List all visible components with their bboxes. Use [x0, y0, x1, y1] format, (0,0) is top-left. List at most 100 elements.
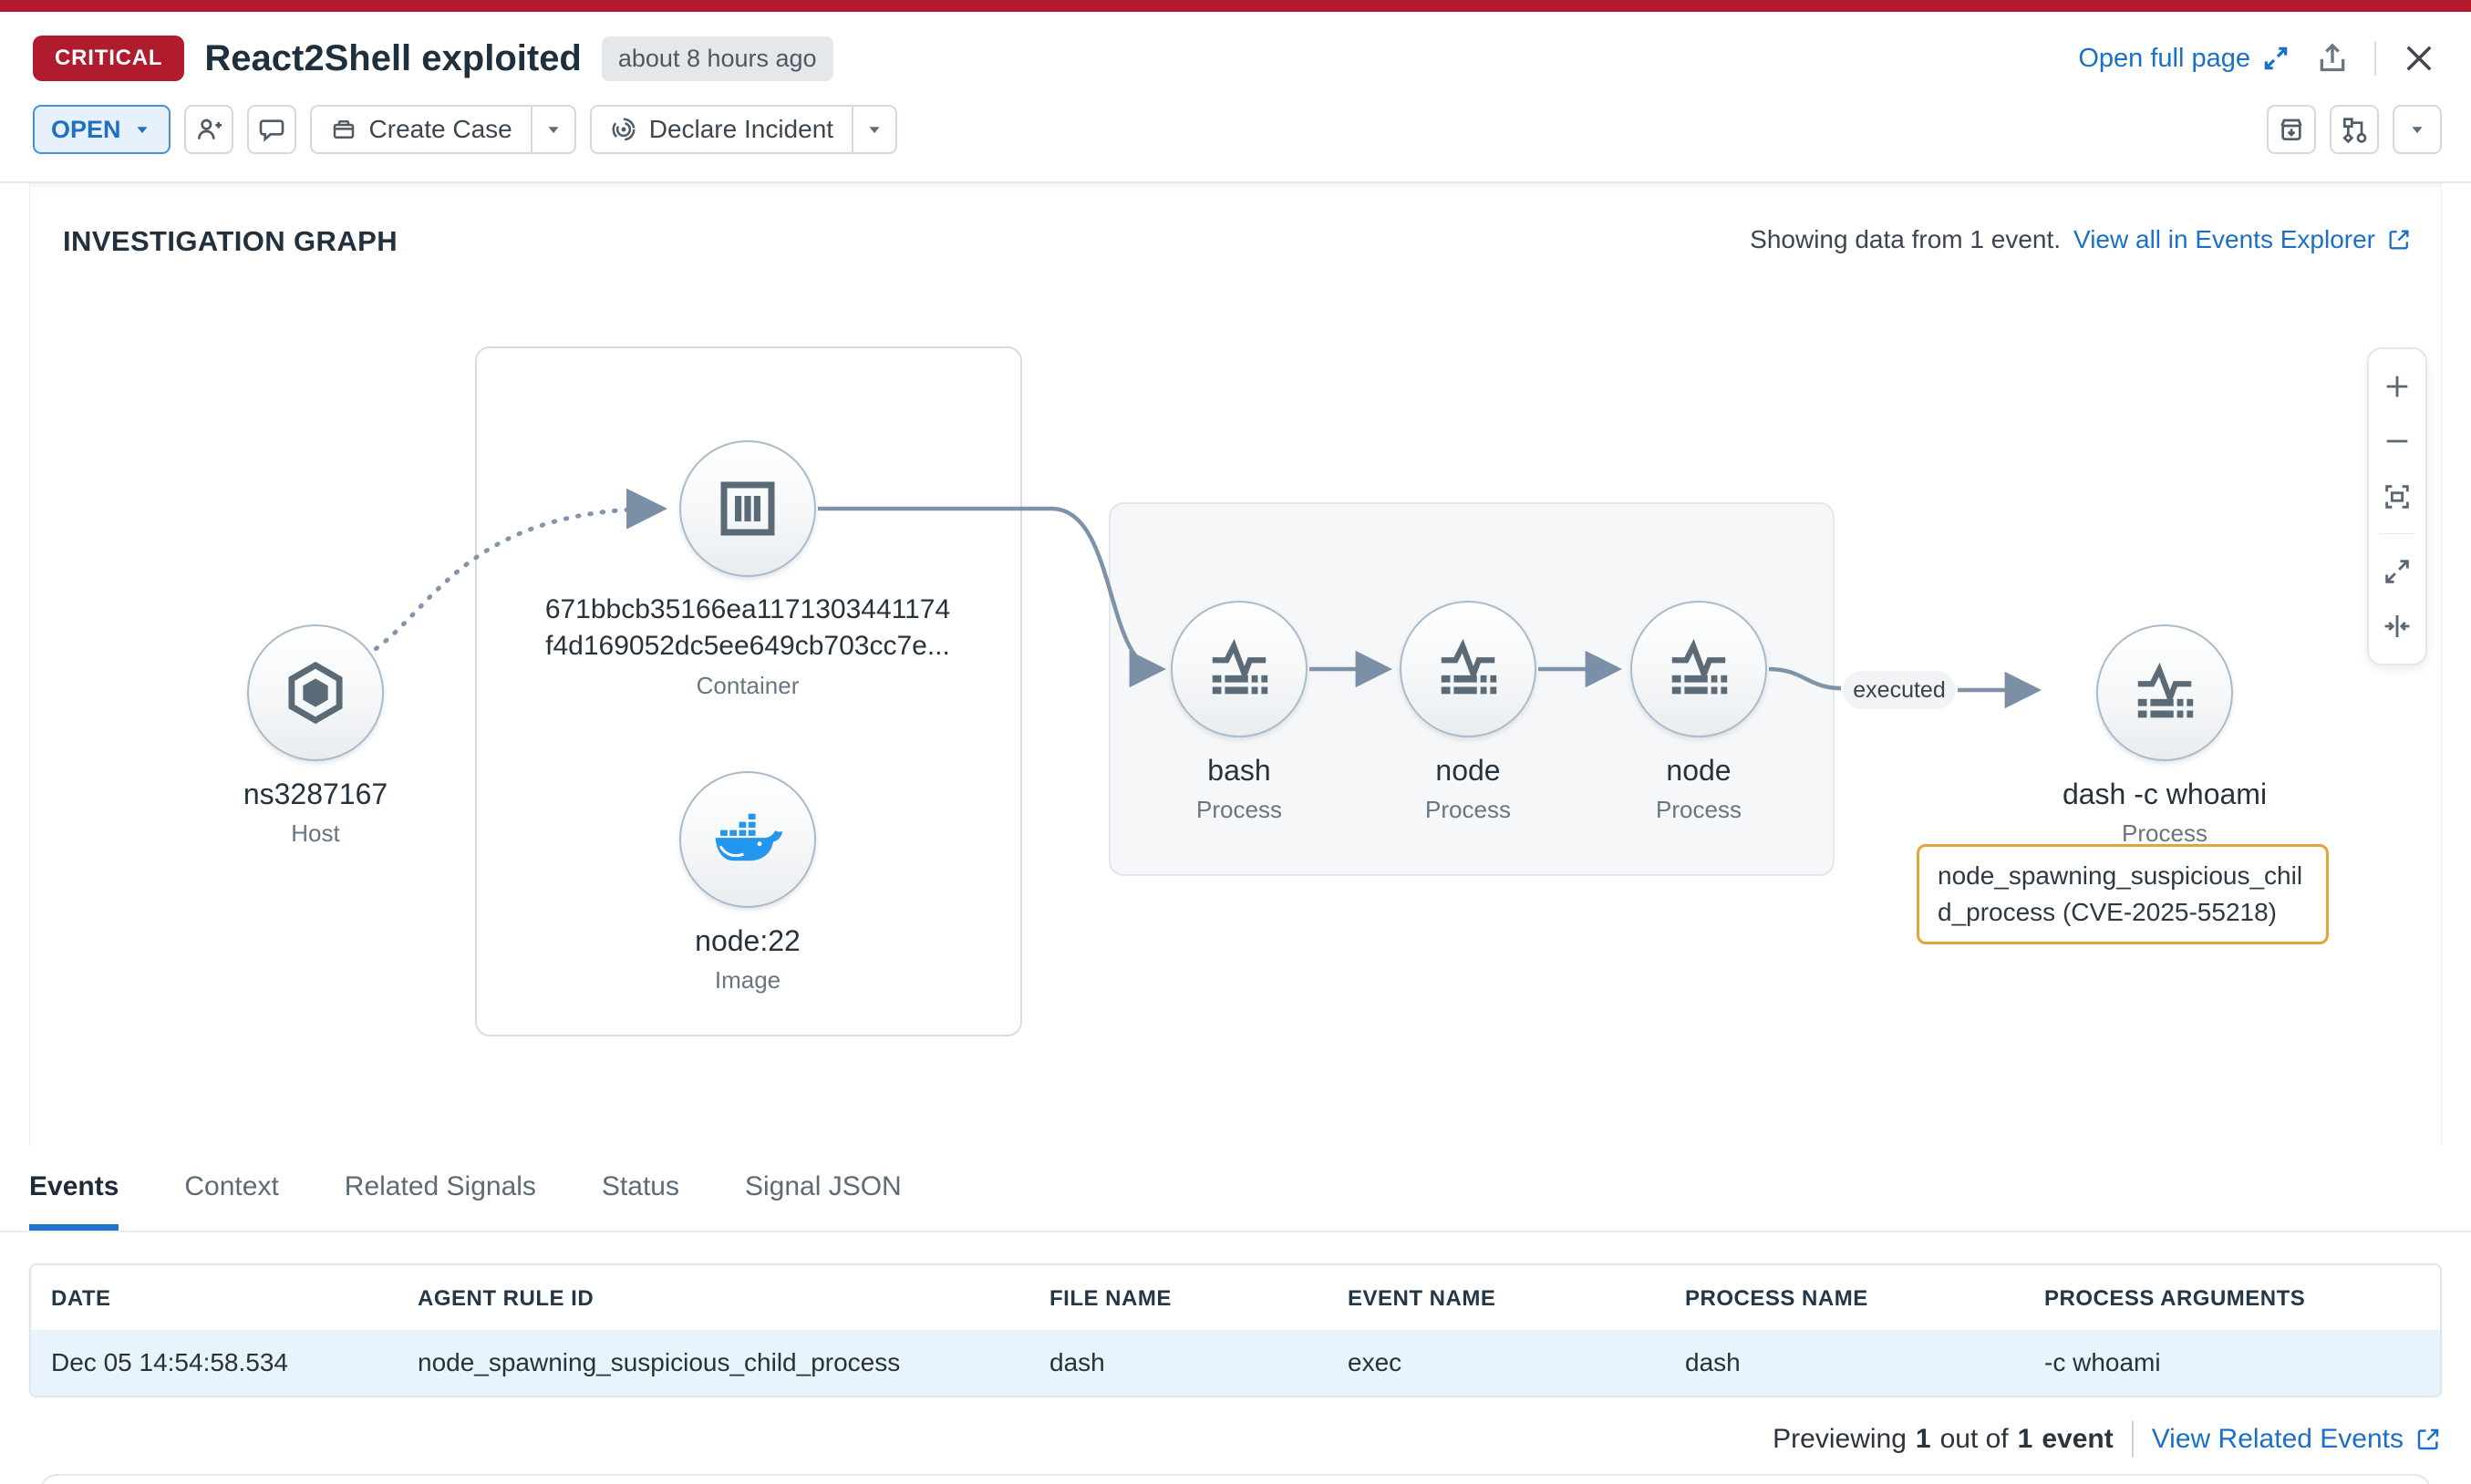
- host-node-circle[interactable]: [247, 624, 384, 761]
- container-hash-line2: f4d169052dc5ee649cb703cc7e...: [545, 628, 950, 665]
- host-hexagon-icon: [280, 657, 351, 728]
- host-node-label: ns3287167: [243, 776, 388, 812]
- previewing-prefix: Previewing: [1773, 1424, 1907, 1455]
- detail-tabs: Events Context Related Signals Status Si…: [0, 1146, 2471, 1232]
- col-header-process-arguments[interactable]: PROCESS ARGUMENTS: [2024, 1265, 2440, 1330]
- declare-incident-main[interactable]: Declare Incident: [592, 107, 852, 152]
- tab-related-signals[interactable]: Related Signals: [345, 1171, 536, 1231]
- cell-process-name: dash: [1665, 1330, 2024, 1396]
- zoom-controls-divider: [2380, 533, 2414, 534]
- col-header-event-name[interactable]: EVENT NAME: [1328, 1265, 1665, 1330]
- image-node-label: node:22: [695, 922, 801, 959]
- investigation-graph-panel: INVESTIGATION GRAPH Showing data from 1 …: [29, 183, 2442, 1146]
- status-label: OPEN: [51, 116, 121, 144]
- events-table-row[interactable]: Dec 05 14:54:58.534 node_spawning_suspic…: [31, 1330, 2440, 1396]
- process-icon: [1204, 634, 1275, 705]
- create-case-label: Create Case: [369, 115, 512, 144]
- view-related-events-label: View Related Events: [2152, 1424, 2404, 1455]
- assign-user-button[interactable]: [184, 105, 233, 154]
- node2-node-circle[interactable]: [1630, 601, 1767, 737]
- signal-toolbar: OPEN: [0, 81, 2471, 181]
- bash-node-label: bash: [1207, 752, 1270, 788]
- person-add-icon: [194, 115, 223, 144]
- events-table: DATE AGENT RULE ID FILE NAME EVENT NAME …: [29, 1263, 2442, 1397]
- preview-summary: Previewing 1 out of 1 event: [1773, 1424, 2114, 1455]
- create-case-main[interactable]: Create Case: [312, 107, 531, 152]
- signal-header-left: CRITICAL React2Shell exploited about 8 h…: [33, 36, 833, 81]
- col-header-process-name[interactable]: PROCESS NAME: [1665, 1265, 2024, 1330]
- workflow-button[interactable]: [2330, 105, 2379, 154]
- graph-node-process-dash: dash -c whoami Process: [1982, 624, 2347, 848]
- container-hash-line1: 671bbcb35166ea1171303441174: [545, 592, 950, 628]
- view-related-events-link[interactable]: View Related Events: [2152, 1424, 2442, 1455]
- node2-node-type: Process: [1656, 796, 1742, 824]
- workflow-icon: [2340, 115, 2369, 144]
- cell-date: Dec 05 14:54:58.534: [31, 1330, 398, 1396]
- declare-incident-button[interactable]: Declare Incident: [590, 105, 897, 154]
- graph-node-container: 671bbcb35166ea1171303441174 f4d169052dc5…: [492, 440, 1003, 700]
- image-node-circle[interactable]: [679, 771, 816, 908]
- signal-title: React2Shell exploited: [204, 38, 581, 79]
- bash-node-circle[interactable]: [1171, 601, 1308, 737]
- header-divider: [2374, 41, 2376, 76]
- col-header-agent-rule-id[interactable]: AGENT RULE ID: [398, 1265, 1029, 1330]
- node1-node-label: node: [1435, 752, 1500, 788]
- graph-canvas[interactable]: ns3287167 Host 671bbcb35166ea11713034411…: [30, 298, 2441, 1146]
- tab-signal-json[interactable]: Signal JSON: [745, 1171, 902, 1231]
- rule-annotation-box: node_spawning_suspicious_child_process (…: [1917, 844, 2329, 944]
- bash-node-type: Process: [1196, 796, 1282, 824]
- share-button[interactable]: [2314, 40, 2351, 77]
- zoom-in-button[interactable]: [2379, 368, 2415, 405]
- archive-button[interactable]: [2267, 105, 2316, 154]
- toolbar-right: [2267, 105, 2442, 154]
- events-explorer-link[interactable]: View all in Events Explorer: [2073, 225, 2412, 254]
- signal-header: CRITICAL React2Shell exploited about 8 h…: [0, 12, 2471, 81]
- node1-node-circle[interactable]: [1400, 601, 1536, 737]
- expand-graph-button[interactable]: [2379, 553, 2415, 590]
- more-actions-dropdown[interactable]: [2393, 105, 2442, 154]
- declare-incident-label: Declare Incident: [649, 115, 833, 144]
- create-case-button[interactable]: Create Case: [310, 105, 576, 154]
- node2-node-label: node: [1666, 752, 1731, 788]
- signal-header-right: Open full page: [2078, 39, 2438, 77]
- col-header-file-name[interactable]: FILE NAME: [1029, 1265, 1328, 1330]
- showing-data-text: Showing data from 1 event.: [1750, 225, 2061, 254]
- tab-context[interactable]: Context: [184, 1171, 278, 1231]
- dash-node-label: dash -c whoami: [2063, 776, 2267, 812]
- container-node-type: Container: [697, 672, 800, 700]
- graph-header-right: Showing data from 1 event. View all in E…: [1750, 225, 2412, 254]
- tab-status[interactable]: Status: [602, 1171, 679, 1231]
- next-section-panel: [40, 1474, 2431, 1484]
- graph-node-host: ns3287167 Host: [179, 624, 452, 848]
- toolbar-left: OPEN: [33, 105, 897, 154]
- cell-event-name: exec: [1328, 1330, 1665, 1396]
- chevron-down-icon: [543, 119, 563, 139]
- footer-divider: [2132, 1421, 2134, 1458]
- status-dropdown[interactable]: OPEN: [33, 105, 171, 154]
- dash-node-circle[interactable]: [2096, 624, 2233, 761]
- chevron-down-icon: [132, 119, 152, 139]
- archive-icon: [2277, 115, 2306, 144]
- open-full-page-link[interactable]: Open full page: [2078, 44, 2290, 74]
- tab-events[interactable]: Events: [29, 1171, 119, 1231]
- create-case-dropdown[interactable]: [531, 107, 574, 152]
- comment-button[interactable]: [247, 105, 296, 154]
- fit-to-screen-button[interactable]: [2379, 479, 2415, 515]
- graph-section-title: INVESTIGATION GRAPH: [63, 225, 398, 258]
- severity-badge: CRITICAL: [33, 36, 184, 81]
- close-icon[interactable]: [2400, 39, 2438, 77]
- graph-node-image: node:22 Image: [611, 771, 884, 994]
- executed-edge-label: executed: [1843, 671, 1956, 709]
- collapse-horizontal-button[interactable]: [2379, 608, 2415, 644]
- expand-icon: [2261, 44, 2290, 73]
- external-link-icon: [2386, 227, 2412, 252]
- preview-suffix: event: [2042, 1424, 2113, 1455]
- declare-incident-dropdown[interactable]: [852, 107, 895, 152]
- col-header-date[interactable]: DATE: [31, 1265, 398, 1330]
- container-node-circle[interactable]: [679, 440, 816, 577]
- container-node-label: 671bbcb35166ea1171303441174 f4d169052dc5…: [545, 592, 950, 665]
- preview-total: 1: [2018, 1424, 2033, 1455]
- chevron-down-icon: [864, 119, 884, 139]
- zoom-out-button[interactable]: [2379, 423, 2415, 459]
- chevron-down-icon: [2407, 119, 2427, 139]
